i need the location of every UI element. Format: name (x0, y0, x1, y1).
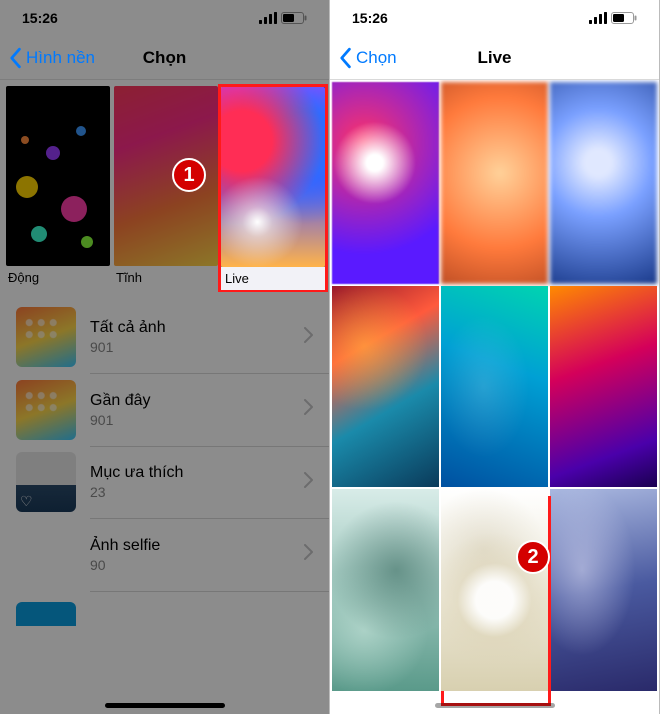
home-indicator (105, 703, 225, 708)
album-list: Tất cả ảnh 901 Gần đây 901 Mục ưa thích (0, 301, 329, 631)
live-wallpaper-item[interactable] (332, 82, 439, 284)
status-icons (259, 12, 307, 24)
album-count: 90 (90, 557, 304, 573)
chevron-right-icon (304, 399, 313, 420)
album-thumb (16, 525, 76, 585)
battery-icon (281, 12, 307, 24)
album-title: Ảnh selfie (90, 537, 304, 555)
status-icons (589, 12, 637, 24)
category-dynamic[interactable]: Động (6, 86, 110, 289)
screenshot-right: 15:26 Chọn Live 2 (330, 0, 660, 714)
album-count: 901 (90, 339, 304, 355)
status-bar: 15:26 (330, 0, 659, 36)
album-thumb (16, 307, 76, 367)
back-button[interactable]: Chọn (330, 36, 397, 79)
category-label: Tĩnh (114, 266, 218, 289)
content-area (330, 80, 659, 714)
album-partial[interactable] (0, 591, 329, 631)
category-live-overlay: Live (221, 87, 325, 290)
live-wallpaper-item[interactable] (332, 489, 439, 691)
album-thumb (16, 452, 76, 512)
nav-bar: Hình nền Chọn (0, 36, 329, 80)
live-wallpaper-grid (330, 80, 659, 693)
album-thumb (16, 380, 76, 440)
status-time: 15:26 (22, 10, 58, 26)
chevron-right-icon (304, 327, 313, 348)
album-title: Tất cả ảnh (90, 319, 304, 337)
album-all-photos[interactable]: Tất cả ảnh 901 (0, 301, 329, 373)
back-button[interactable]: Hình nền (0, 36, 95, 79)
album-count: 901 (90, 412, 304, 428)
status-time: 15:26 (352, 10, 388, 26)
album-title: Mục ưa thích (90, 464, 304, 482)
battery-icon (611, 12, 637, 24)
back-label: Chọn (356, 48, 397, 68)
live-wallpaper-item[interactable] (550, 286, 657, 488)
live-wallpaper-item[interactable] (441, 286, 548, 488)
category-static[interactable]: Tĩnh (114, 86, 218, 289)
signal-icon (259, 12, 277, 24)
live-wallpaper-item[interactable] (332, 286, 439, 488)
home-indicator (435, 703, 555, 708)
album-thumb (16, 602, 76, 626)
live-wallpaper-item[interactable] (550, 82, 657, 284)
chevron-right-icon (304, 472, 313, 493)
step-badge-1: 1 (172, 158, 206, 192)
album-count: 23 (90, 484, 304, 500)
screenshot-left: 15:26 Hình nền Chọn (0, 0, 330, 714)
category-label: Động (6, 266, 110, 289)
album-recents[interactable]: Gần đây 901 (0, 374, 329, 446)
category-thumb (6, 86, 110, 266)
album-favorites[interactable]: Mục ưa thích 23 (0, 446, 329, 518)
nav-bar: Chọn Live (330, 36, 659, 80)
status-bar: 15:26 (0, 0, 329, 36)
chevron-right-icon (304, 544, 313, 565)
signal-icon (589, 12, 607, 24)
step-badge-2: 2 (516, 540, 550, 574)
back-label: Hình nền (26, 48, 95, 68)
album-title: Gần đây (90, 392, 304, 410)
live-wallpaper-item[interactable] (441, 82, 548, 284)
album-selfies[interactable]: Ảnh selfie 90 (0, 519, 329, 591)
live-wallpaper-item[interactable] (441, 489, 548, 691)
live-wallpaper-item[interactable] (550, 489, 657, 691)
